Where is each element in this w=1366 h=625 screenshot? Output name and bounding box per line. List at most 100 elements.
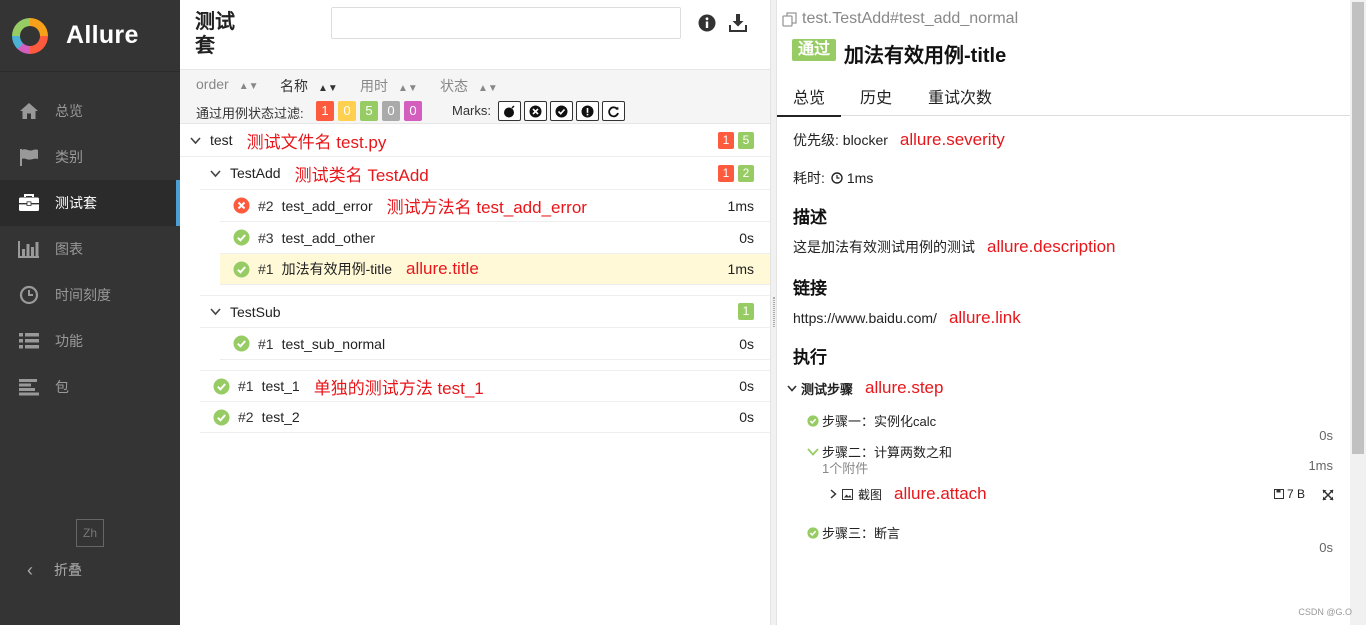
sort-name-button[interactable]: 名称 ▲▼ [280, 76, 338, 96]
test-case-name: test_sub_normal [281, 335, 386, 352]
steps-group-toggle[interactable]: 测试步骤 allure.step [787, 378, 1347, 398]
sidebar-item-categories[interactable]: 类别 [0, 134, 180, 180]
sort-status-button[interactable]: 状态 ▲▼ [440, 76, 498, 96]
chevron-down-icon [190, 135, 204, 146]
test-case-row[interactable]: #3 test_add_other 0s [220, 222, 770, 254]
description-text: 这是加法有效测试用例的测试 allure.description [793, 237, 1116, 256]
tree-node-name: TestSub [230, 303, 281, 320]
external-link[interactable]: https://www.baidu.com/ [793, 310, 937, 326]
sidebar-item-label: 时间刻度 [55, 287, 111, 303]
annotation: allure.description [987, 237, 1116, 256]
sidebar-item-timeline[interactable]: 时间刻度 [0, 272, 180, 318]
sort-arrows-icon: ▲▼ [478, 83, 498, 94]
test-case-row[interactable]: #1 test_1 单独的测试方法 test_1 0s [200, 370, 770, 402]
duration-line: 耗时: 1ms [793, 168, 873, 188]
mark-new-broken-toggle[interactable] [576, 101, 599, 121]
test-case-duration: 0s [739, 409, 754, 425]
status-filter-bar: 通过用例状态过滤: 1 0 5 0 0 Marks: [180, 95, 770, 124]
sort-duration-button[interactable]: 用时 ▲▼ [360, 76, 418, 96]
info-icon[interactable] [698, 14, 716, 37]
clock-icon [831, 172, 843, 184]
chevron-right-icon [830, 489, 837, 499]
mark-flaky-toggle[interactable] [498, 101, 521, 121]
chevron-down-icon [787, 385, 797, 392]
scrollbar-thumb[interactable] [1352, 2, 1364, 454]
watermark: CSDN @G.O [1298, 607, 1352, 617]
sidebar-item-label: 图表 [55, 241, 83, 257]
sidebar-item-suites[interactable]: 测试套 [0, 180, 180, 226]
test-case-row[interactable]: #2 test_add_error 测试方法名 test_add_error 1… [220, 190, 770, 222]
step-duration: 0s [1319, 540, 1333, 555]
brand-name: Allure [66, 21, 139, 49]
sort-order-button[interactable]: order ▲▼ [196, 76, 258, 92]
severity-label: 优先级: blocker [793, 132, 888, 148]
tree-node-test[interactable]: test 测试文件名 test.py 1 5 [180, 124, 770, 157]
test-case-row-selected[interactable]: #1 加法有效用例-title allure.title 1ms [220, 254, 770, 285]
test-case-duration: 0s [739, 378, 754, 394]
step-row[interactable]: 步骤三：断言 [807, 523, 1333, 542]
tab-history[interactable]: 历史 [860, 84, 892, 108]
duration-label: 耗时: [793, 170, 825, 186]
mark-new-passed-toggle[interactable] [550, 101, 573, 121]
tree-node-testadd[interactable]: TestAdd 测试类名 TestAdd 1 2 [200, 157, 770, 190]
bar-chart-icon [18, 239, 40, 259]
collapse-sidebar-button[interactable]: ‹ 折叠 [18, 557, 82, 583]
attachment-row[interactable]: 截图 allure.attach [829, 484, 1329, 504]
copy-icon [782, 11, 797, 27]
mark-retries-toggle[interactable] [602, 101, 625, 121]
pane-resize-handle[interactable] [770, 0, 777, 625]
test-case-row[interactable]: #1 test_sub_normal 0s [220, 328, 770, 360]
chevron-left-icon: ‹ [27, 559, 33, 580]
duration-value: 1ms [846, 170, 874, 186]
filter-failed-toggle[interactable]: 1 [316, 101, 334, 121]
clock-icon [18, 285, 40, 305]
sidebar-nav: 总览 类别 测试套 图表 时间刻度 功能 包 [0, 88, 180, 410]
test-case-number: #2 [258, 197, 274, 214]
failed-count-badge: 1 [718, 164, 734, 182]
failed-status-icon [233, 197, 250, 214]
filter-passed-toggle[interactable]: 5 [360, 101, 378, 121]
download-icon[interactable] [728, 13, 748, 38]
brand[interactable]: Allure [0, 0, 180, 72]
mark-new-failed-toggle[interactable] [524, 101, 547, 121]
filter-skipped-toggle[interactable]: 0 [382, 101, 400, 121]
sidebar: Allure 总览 类别 测试套 图表 时间刻度 功能 包 Zh ‹ 折叠 [0, 0, 180, 625]
execution-heading: 执行 [793, 348, 827, 367]
test-case-name: test_2 [261, 409, 300, 425]
sidebar-item-label: 总览 [55, 103, 83, 119]
sidebar-item-packages[interactable]: 包 [0, 364, 180, 410]
annotation: 测试方法名 test_add_error [386, 198, 587, 217]
step-row-expanded[interactable]: 步骤二：计算两数之和 [807, 442, 1333, 461]
briefcase-icon [18, 193, 40, 213]
chevron-down-icon [210, 306, 224, 317]
sidebar-item-overview[interactable]: 总览 [0, 88, 180, 134]
step-duration: 1ms [1308, 458, 1333, 473]
test-case-number: #3 [258, 229, 274, 246]
tab-retries[interactable]: 重试次数 [928, 84, 992, 108]
tree-node-testsub[interactable]: TestSub 1 [200, 295, 770, 328]
filter-unknown-toggle[interactable]: 0 [404, 101, 422, 121]
check-circle-icon [555, 105, 568, 117]
search-input[interactable] [331, 7, 681, 39]
link-line: https://www.baidu.com/ allure.link [793, 308, 1021, 328]
passed-status-icon [213, 378, 230, 395]
sidebar-item-behaviors[interactable]: 功能 [0, 318, 180, 364]
language-switch-button[interactable]: Zh [76, 519, 104, 547]
annotation: 单独的测试方法 test_1 [313, 378, 484, 398]
step-row[interactable]: 步骤一：实例化calc [807, 411, 1333, 430]
sidebar-item-label: 测试套 [55, 195, 97, 211]
test-case-duration: 0s [739, 229, 754, 246]
floppy-icon [1274, 489, 1284, 499]
test-case-row[interactable]: #2 test_2 0s [200, 402, 770, 433]
expand-icon[interactable] [1322, 488, 1334, 506]
refresh-icon [608, 105, 619, 117]
sidebar-item-label: 类别 [55, 149, 83, 165]
filter-broken-toggle[interactable]: 0 [338, 101, 356, 121]
passed-status-icon [807, 526, 819, 539]
passed-status-icon [213, 409, 230, 426]
vertical-scrollbar[interactable] [1350, 0, 1366, 625]
tab-overview[interactable]: 总览 [777, 84, 842, 117]
links-heading: 链接 [793, 279, 827, 298]
exclamation-circle-icon [581, 105, 594, 117]
sidebar-item-graphs[interactable]: 图表 [0, 226, 180, 272]
